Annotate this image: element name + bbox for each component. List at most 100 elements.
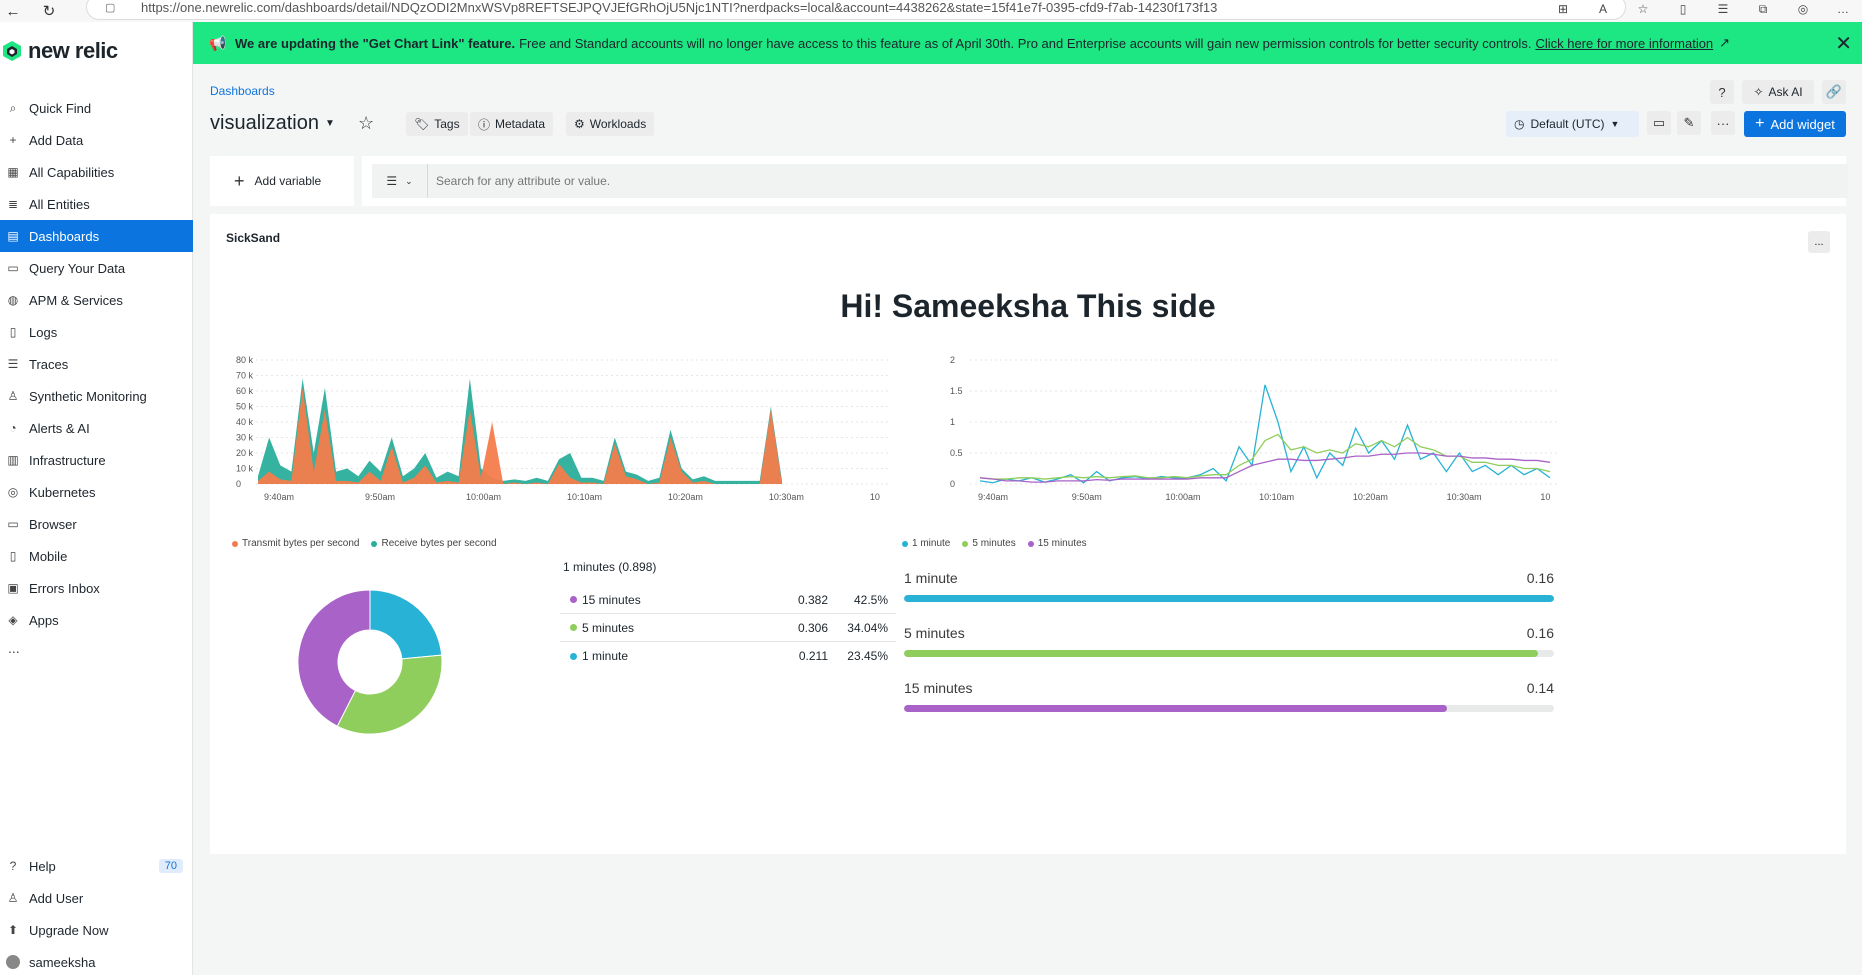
x-tick-label: 10:30am — [769, 492, 804, 502]
filter-menu[interactable]: ☰ ⌄ — [372, 164, 428, 198]
site-info-icon[interactable]: ▢ — [105, 1, 119, 14]
line-series-15-minutes[interactable] — [979, 452, 1551, 483]
sidebar-item-dashboards[interactable]: ▤ Dashboards — [0, 220, 193, 252]
more-icon[interactable]: … — [1834, 2, 1852, 16]
sidebar-item-mobile[interactable]: ▯ Mobile — [0, 540, 193, 572]
ask-ai-label: Ask AI — [1768, 85, 1803, 99]
area-chart-legend: Transmit bytes per second Receive bytes … — [232, 538, 497, 549]
sidebar-item-label: Kubernetes — [29, 484, 96, 500]
announcement-banner: 📢 We are updating the "Get Chart Link" f… — [193, 22, 1862, 64]
favorites-icon[interactable]: ☰ — [1714, 2, 1732, 16]
bar-fill — [904, 650, 1539, 657]
sidebar-item-apps[interactable]: ◈ Apps — [0, 604, 193, 636]
row-name: 1 minute — [560, 649, 768, 663]
workloads-icon: ⚙ — [574, 117, 585, 131]
collections-icon[interactable]: ⧉ — [1754, 2, 1772, 16]
copy-link-button[interactable]: 🔗 — [1822, 80, 1846, 104]
favorite-star-icon[interactable]: ☆ — [358, 113, 374, 134]
sidebar-item-traces[interactable]: ☰ Traces — [0, 348, 193, 380]
sidebar-more-button[interactable]: ... — [0, 636, 193, 660]
sidebar-item-errors-inbox[interactable]: ▣ Errors Inbox — [0, 572, 193, 604]
logo-text: new relic — [28, 38, 118, 63]
sidebar-item-infrastructure[interactable]: ▥ Infrastructure — [0, 444, 193, 476]
close-banner-icon[interactable]: ✕ — [1835, 31, 1852, 56]
series-dot — [570, 652, 577, 660]
read-aloud-icon[interactable]: A — [1594, 2, 1612, 16]
sidebar-item-label: Browser — [29, 516, 77, 532]
address-bar[interactable]: ▢ https://one.newrelic.com/dashboards/de… — [86, 0, 1626, 20]
x-tick-label: 9:50am — [365, 492, 395, 502]
table-row[interactable]: 1 minute 0.211 23.45% — [560, 642, 896, 670]
add-variable-button[interactable]: + Add variable — [210, 156, 354, 206]
table-row[interactable]: 5 minutes 0.306 34.04% — [560, 614, 896, 642]
legend-dot — [371, 540, 378, 547]
external-link-icon: ↗ — [1719, 35, 1731, 50]
tags-button[interactable]: 🏷 Tags — [406, 112, 468, 136]
metadata-button[interactable]: ⓘ Metadata — [470, 112, 554, 136]
sidebar-item-all-capabilities[interactable]: ▦ All Capabilities — [0, 156, 193, 188]
extension-icon[interactable]: ◎ — [1794, 2, 1812, 16]
edit-button[interactable]: ✎ — [1677, 111, 1701, 135]
legend-item[interactable]: 5 minutes — [962, 538, 1016, 549]
pie-slice-1-minute[interactable] — [369, 589, 443, 660]
sidebar-item-alerts-ai[interactable]: ◔ Alerts & AI — [0, 412, 193, 444]
filter-field: ☰ ⌄ — [372, 164, 1848, 198]
legend-item[interactable]: Receive bytes per second — [371, 538, 497, 549]
more-actions-button[interactable]: ··· — [1711, 111, 1735, 135]
x-tick-label: 10 — [1540, 492, 1550, 502]
breadcrumb[interactable]: Dashboards — [210, 84, 275, 98]
pie-table: 15 minutes 0.382 42.5% 5 minutes 0.306 34.04%… — [560, 586, 896, 670]
terminal-icon: ▭ — [7, 261, 19, 275]
sidebar-item-label: Logs — [29, 324, 58, 340]
help-button[interactable]: ? — [1710, 80, 1734, 104]
url-text: https://one.newrelic.com/dashboards/deta… — [141, 0, 1218, 15]
sidebar-item-label: Add User — [29, 890, 84, 906]
row-name: 5 minutes — [560, 621, 768, 635]
page-title[interactable]: visualization ▼ — [210, 112, 335, 135]
series-dot — [570, 596, 577, 603]
back-icon[interactable]: ← — [0, 0, 26, 22]
time-picker[interactable]: ◷ Default (UTC) ▼ — [1506, 111, 1639, 137]
bar-item: 5 minutes 0.16 — [904, 625, 1554, 680]
sidebar-item-all-entities[interactable]: ≣ All Entities — [0, 188, 193, 220]
sidebar-item-add-user[interactable]: ♙ Add User — [0, 882, 193, 914]
add-widget-button[interactable]: + Add widget — [1744, 111, 1846, 137]
sidebar-item-browser[interactable]: ▭ Browser — [0, 508, 193, 540]
row-value: 0.211 — [798, 649, 828, 663]
line-series-1-minute[interactable] — [979, 384, 1551, 484]
legend-item[interactable]: 15 minutes — [1027, 538, 1087, 549]
table-row[interactable]: 15 minutes 0.382 42.5% — [560, 586, 896, 614]
bar-value: 0.14 — [1526, 680, 1554, 696]
refresh-icon[interactable]: ↻ — [36, 0, 62, 22]
infrastructure-icon: ▥ — [7, 453, 19, 467]
workloads-button[interactable]: ⚙ Workloads — [566, 112, 655, 136]
plus-icon: + — [9, 133, 17, 147]
sidebar-item-help[interactable]: ? Help 70 — [0, 850, 193, 882]
sidebar-item-upgrade[interactable]: ⬆ Upgrade Now — [0, 914, 193, 946]
ask-ai-button[interactable]: ✧ Ask AI — [1742, 80, 1814, 104]
sidebar-item-apm-services[interactable]: ◍ APM & Services — [0, 284, 193, 316]
sidebar-item-label: APM & Services — [29, 292, 123, 308]
sidebar-nav: ⌕ Quick Find + Add Data ▦ All Capabilities ≣ Al… — [0, 92, 193, 660]
banner-link[interactable]: Click here for more information — [1535, 36, 1713, 51]
link-icon: 🔗 — [1822, 80, 1846, 104]
sidebar-item-synthetic-monitoring[interactable]: ♙ Synthetic Monitoring — [0, 380, 193, 412]
search-input[interactable] — [436, 174, 1036, 188]
sidebar-item-add-data[interactable]: + Add Data — [0, 124, 193, 156]
split-screen-icon[interactable]: ▯ — [1674, 2, 1692, 16]
sidebar-item-query-your-data[interactable]: ▭ Query Your Data — [0, 252, 193, 284]
kubernetes-icon: ◎ — [7, 485, 19, 499]
legend-item[interactable]: Transmit bytes per second — [232, 538, 359, 549]
tv-mode-button[interactable]: ▭ — [1647, 111, 1671, 135]
sidebar-item-logs[interactable]: ▯ Logs — [0, 316, 193, 348]
legend-item[interactable]: 1 minute — [902, 538, 950, 549]
area-series-transmit-bytes-per-second[interactable] — [258, 387, 782, 484]
widget-menu-button[interactable]: ... — [1808, 231, 1830, 253]
sidebar-item-quick-find[interactable]: ⌕ Quick Find — [0, 92, 193, 124]
sidebar-item-user[interactable]: sameeksha — [0, 946, 193, 975]
x-tick-label: 9:40am — [978, 492, 1008, 502]
apps-icon[interactable]: ⊞ — [1554, 2, 1572, 16]
logo[interactable]: new relic — [2, 38, 118, 64]
favorite-star-icon[interactable]: ☆ — [1634, 2, 1652, 16]
sidebar-item-kubernetes[interactable]: ◎ Kubernetes — [0, 476, 193, 508]
